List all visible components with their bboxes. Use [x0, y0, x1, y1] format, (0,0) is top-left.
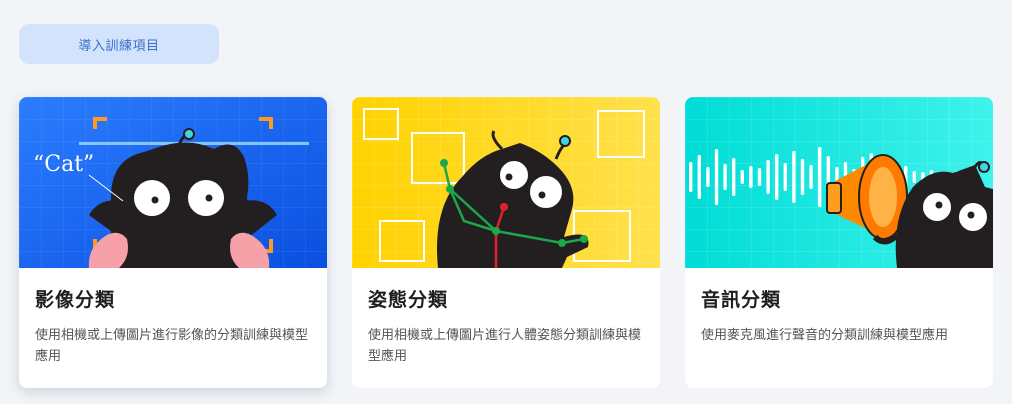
card-pose-classification[interactable]: 姿態分類 使用相機或上傳圖片進行人體姿態分類訓練與模型應用 — [352, 97, 660, 388]
pose-classification-illustration — [352, 97, 660, 268]
waveform-bar — [749, 166, 753, 188]
waveform-bar — [775, 154, 779, 200]
cat-label-text: “Cat” — [33, 152, 94, 177]
image-classification-illustration: “Cat” — [19, 97, 327, 268]
card-description: 使用相機或上傳圖片進行人體姿態分類訓練與模型應用 — [368, 328, 642, 364]
audio-classification-illustration — [685, 97, 993, 268]
waveform-bar — [783, 163, 787, 191]
waveform-bar — [809, 165, 813, 189]
waveform-bar — [912, 171, 916, 183]
card-title: 姿態分類 — [368, 289, 449, 311]
waveform-bar — [723, 164, 727, 190]
waveform-bar — [732, 158, 736, 196]
card-description: 使用麥克風進行聲音的分類訓練與模型應用 — [701, 328, 949, 343]
import-training-project-button[interactable]: 導入訓練項目 — [19, 24, 219, 64]
card-audio-classification[interactable]: 音訊分類 使用麥克風進行聲音的分類訓練與模型應用 — [685, 97, 993, 388]
waveform-bar — [800, 159, 805, 195]
card-description: 使用相機或上傳圖片進行影像的分類訓練與模型應用 — [35, 328, 309, 364]
card-title: 影像分類 — [35, 289, 116, 311]
waveform-bar — [740, 170, 744, 184]
waveform-bar — [689, 162, 693, 192]
waveform-bar — [714, 149, 719, 205]
waveform-bar — [766, 160, 770, 194]
waveform-bar — [757, 168, 762, 186]
waveform-bar — [706, 167, 710, 187]
waveform-bar — [818, 147, 822, 207]
waveform-bar — [697, 155, 701, 199]
card-image-classification[interactable]: “Cat” 影像分類 使用相機或上傳圖片進行影像的分類訓練與模型應用 — [19, 97, 327, 388]
card-title: 音訊分類 — [701, 289, 782, 311]
waveform-bar — [792, 151, 796, 203]
